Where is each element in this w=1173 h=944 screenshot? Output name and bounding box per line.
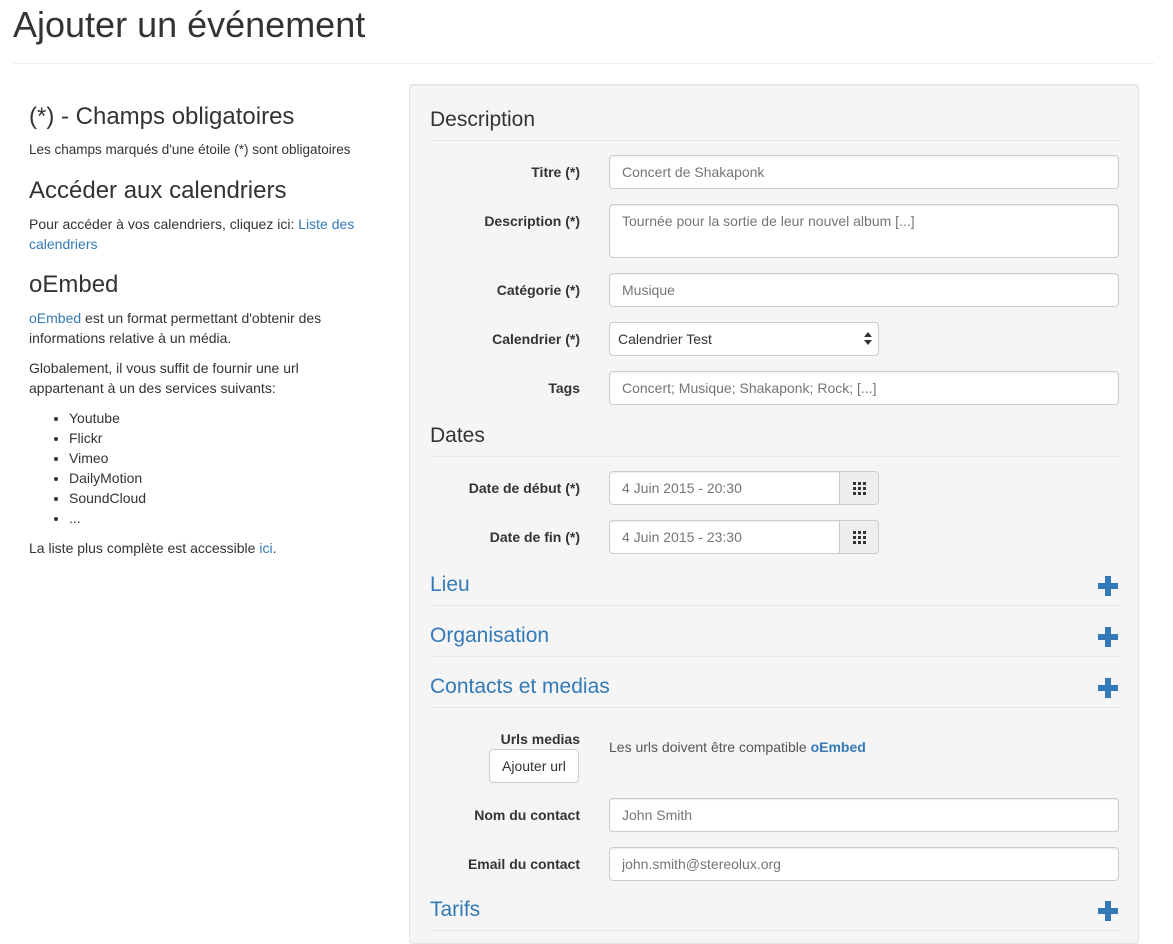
description-textarea[interactable] [609,204,1119,258]
required-heading: (*) - Champs obligatoires [29,103,295,130]
contact-email-input[interactable] [609,847,1119,881]
list-item: DailyMotion [69,468,374,488]
urls-hint: Les urls doivent être compatible oEmbed [609,737,866,757]
calendar-select-value: Calendrier Test [618,331,712,347]
contact-name-label: Nom du contact [474,807,580,823]
event-form-panel: Description Titre (*) Description (*) Ca… [409,84,1139,944]
dates-legend-label: Dates [430,424,485,447]
start-date-group [609,471,879,505]
tags-label: Tags [548,380,580,396]
list-item: Vimeo [69,448,374,468]
start-date-input[interactable] [609,471,840,505]
calendars-heading: Accéder aux calendriers [29,177,287,204]
services-list: Youtube Flickr Vimeo DailyMotion SoundCl… [29,408,374,528]
oembed-paragraph: oEmbed est un format permettant d'obteni… [29,308,339,348]
organisation-section-toggle[interactable]: Organisation [430,621,1120,657]
start-date-label: Date de début (*) [468,480,580,496]
title-divider [13,63,1154,64]
description-legend: Description [430,105,1120,141]
urls-hint-oembed-link[interactable]: oEmbed [811,739,866,755]
urls-medias-label: Urls medias [500,731,580,747]
select-arrows-icon [864,331,872,347]
oembed-link[interactable]: oEmbed [29,310,81,326]
calendars-paragraph: Pour accéder à vos calendriers, cliquez … [29,214,369,254]
list-item: ... [69,508,374,528]
list-item: SoundCloud [69,488,374,508]
lieu-legend-label: Lieu [430,573,470,596]
title-input[interactable] [609,155,1119,189]
contacts-legend-label: Contacts et medias [430,675,610,698]
category-label: Catégorie (*) [496,282,580,298]
lieu-section-toggle[interactable]: Lieu [430,570,1120,606]
end-date-group [609,520,879,554]
title-label: Titre (*) [531,164,580,180]
plus-icon[interactable] [1098,901,1118,921]
plus-icon[interactable] [1098,627,1118,647]
tarifs-section-toggle[interactable]: Tarifs [430,895,1120,931]
category-input[interactable] [609,273,1119,307]
calendar-grid-icon [853,482,866,495]
calendar-select[interactable]: Calendrier Test [609,322,879,356]
calendars-text: Pour accéder à vos calendriers, cliquez … [29,216,299,232]
help-sidebar: (*) - Champs obligatoires Les champs mar… [29,100,374,558]
oembed-heading: oEmbed [29,271,119,298]
tarifs-legend-label: Tarifs [430,898,481,921]
required-text: Les champs marqués d'une étoile (*) sont… [29,142,351,157]
end-date-label: Date de fin (*) [489,529,580,545]
list-paragraph: La liste plus complète est accessible ic… [29,538,374,558]
calendar-label: Calendrier (*) [492,331,580,347]
end-date-picker-button[interactable] [839,520,879,554]
list-end: . [272,540,277,556]
services-list-link[interactable]: ici [259,540,272,556]
services-intro: Globalement, il vous suffit de fournir u… [29,360,299,396]
calendar-grid-icon [853,531,866,544]
list-text: La liste plus complète est accessible [29,540,260,556]
description-legend-label: Description [430,108,536,131]
list-item: Youtube [69,408,374,428]
urls-hint-text: Les urls doivent être compatible [609,739,811,755]
plus-icon[interactable] [1098,576,1118,596]
end-date-input[interactable] [609,520,840,554]
contacts-section-toggle[interactable]: Contacts et medias [430,672,1120,708]
dates-legend: Dates [430,421,1120,457]
page-title: Ajouter un événement [13,4,366,45]
organisation-legend-label: Organisation [430,624,550,647]
add-url-button[interactable]: Ajouter url [489,749,579,783]
contact-name-input[interactable] [609,798,1119,832]
description-label: Description (*) [484,213,580,229]
plus-icon[interactable] [1098,678,1118,698]
list-item: Flickr [69,428,374,448]
start-date-picker-button[interactable] [839,471,879,505]
contact-email-label: Email du contact [467,856,580,872]
tags-input[interactable] [609,371,1119,405]
